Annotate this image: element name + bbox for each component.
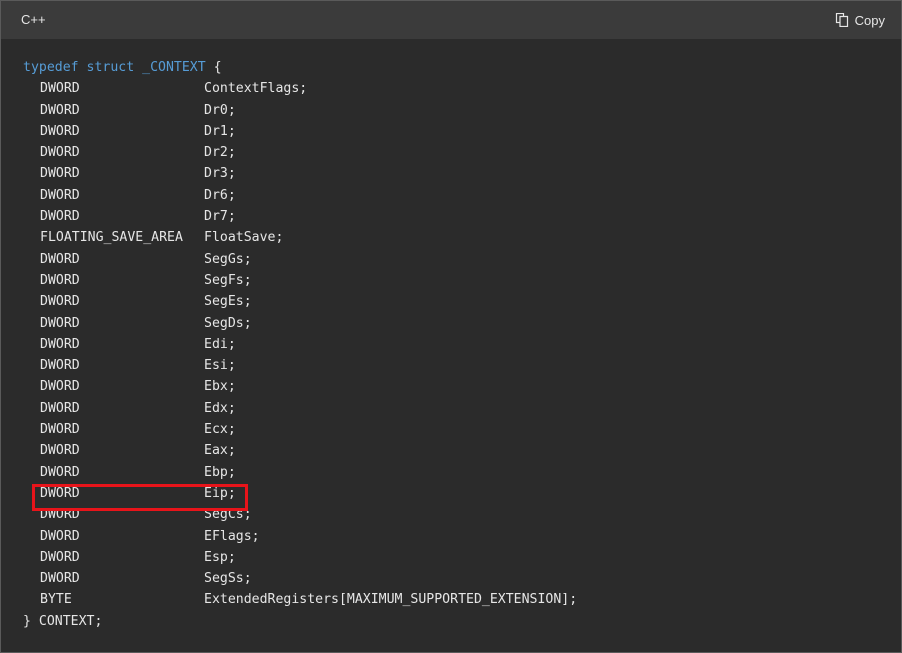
field-type: DWORD [40,400,80,416]
field-type: DWORD [40,272,80,288]
field-name: Esp; [204,549,236,565]
code-line-field: DWORD Edi; [23,334,577,355]
code-line-field: DWORD SegEs; [23,291,577,312]
code-line-field: DWORD Dr2; [23,142,577,163]
field-type: DWORD [40,422,80,438]
keyword-typedef: typedef [23,60,79,75]
field-name: Ebx; [204,379,236,395]
field-type: DWORD [40,251,80,267]
field-type: DWORD [40,123,80,139]
keyword-struct: struct [86,60,135,75]
field-name: Dr6; [204,187,236,203]
code-line-field: DWORD Dr6; [23,185,577,206]
field-type: DWORD [40,549,80,565]
code-line-field: DWORD SegSs; [23,568,577,589]
field-name: SegFs; [204,272,252,288]
code-line-field: DWORD Edx; [23,398,577,419]
code-line-field: DWORD Ebp; [23,462,577,483]
copy-label: Copy [854,12,885,28]
field-type: DWORD [40,507,80,523]
code-line-field: DWORD EFlags; [23,526,577,547]
field-type: FLOATING_SAVE_AREA [40,230,183,246]
struct-name: _CONTEXT [142,60,206,75]
field-type: BYTE [40,592,72,608]
code-line-field: DWORD SegFs; [23,270,577,291]
copy-icon [835,13,848,27]
field-name: FloatSave; [204,230,284,246]
field-name: ExtendedRegisters[MAXIMUM_SUPPORTED_EXTE… [204,592,578,608]
code-line-field: DWORD SegDs; [23,313,577,334]
field-type: DWORD [40,166,80,182]
field-name: Dr3; [204,166,236,182]
code-line-field: BYTE ExtendedRegisters[MAXIMUM_SUPPORTED_… [23,589,577,610]
language-label: C++ [21,12,46,27]
field-type: DWORD [40,464,80,480]
code-line-field: DWORD Dr1; [23,121,577,142]
code-line-field: DWORD Dr0; [23,100,577,121]
field-name: Edx; [204,400,236,416]
code-line-field: DWORD Dr3; [23,163,577,184]
field-type: DWORD [40,443,80,459]
field-name: SegDs; [204,315,252,331]
code-line-field: DWORD Ecx; [23,419,577,440]
field-name: Ecx; [204,422,236,438]
code-line-field: DWORD Eax; [23,440,577,461]
field-name: Ebp; [204,464,236,480]
code-line-field: DWORD SegCs; [23,504,577,525]
field-type: DWORD [40,187,80,203]
field-name: Dr7; [204,209,236,225]
field-name: Edi; [204,336,236,352]
field-type: DWORD [40,102,80,118]
code-line-field: DWORD Esp; [23,547,577,568]
field-name: Eip; [204,485,236,501]
field-type: DWORD [40,571,80,587]
field-name: Dr2; [204,145,236,161]
field-name: SegSs; [204,571,252,587]
struct-open-line: typedef struct _CONTEXT { [23,57,577,78]
field-type: DWORD [40,294,80,310]
field-type: DWORD [40,379,80,395]
field-type: DWORD [40,358,80,374]
code-line-field: DWORD Ebx; [23,376,577,397]
field-name: Dr1; [204,123,236,139]
code-line-field: DWORD ContextFlags; [23,78,577,99]
field-type: DWORD [40,485,80,501]
field-name: SegCs; [204,507,252,523]
struct-fields: DWORD ContextFlags; DWORD Dr0; DWORD Dr1; DWOR… [23,78,577,610]
field-name: SegEs; [204,294,252,310]
field-type: DWORD [40,315,80,331]
field-name: ContextFlags; [204,81,308,97]
field-name: SegGs; [204,251,252,267]
code-line-field: DWORD SegGs; [23,249,577,270]
code-line-field: FLOATING_SAVE_AREA FloatSave; [23,227,577,248]
field-type: DWORD [40,81,80,97]
field-name: Eax; [204,443,236,459]
code-line-field: DWORD Esi; [23,355,577,376]
open-brace: { [213,60,222,75]
code-line-field: DWORD Eip; [23,483,577,504]
code-content: typedef struct _CONTEXT { DWORD ContextFla… [23,57,577,632]
field-name: EFlags; [204,528,260,544]
code-block: C++ Copy typedef struct _CONTEXT { DWORD C… [0,0,902,653]
code-line-field: DWORD Dr7; [23,206,577,227]
code-header: C++ Copy [1,1,901,39]
field-name: Dr0; [204,102,236,118]
field-name: Esi; [204,358,236,374]
field-type: DWORD [40,145,80,161]
field-type: DWORD [40,209,80,225]
field-type: DWORD [40,528,80,544]
field-type: DWORD [40,336,80,352]
copy-button[interactable]: Copy [835,9,885,31]
struct-close-line: } CONTEXT; [23,613,103,629]
